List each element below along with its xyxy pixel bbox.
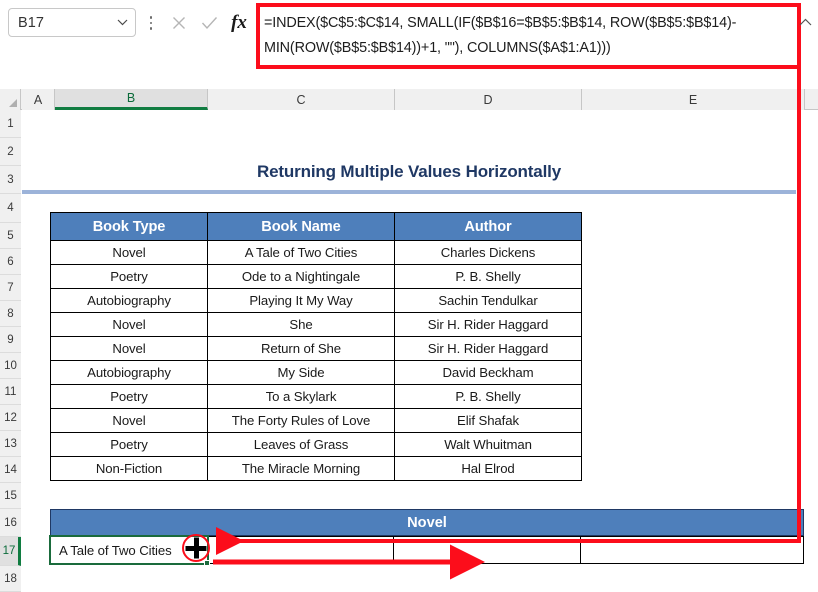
table-row[interactable]: Poetry Leaves of Grass Walt Whuitman bbox=[51, 433, 582, 457]
cell-book-type[interactable]: Novel bbox=[51, 337, 208, 361]
result-cell-4[interactable] bbox=[581, 536, 804, 564]
row-header-strip: 1 2 3 4 5 6 7 8 9 10 11 12 13 14 15 16 1… bbox=[0, 110, 21, 582]
chevron-up-icon[interactable] bbox=[799, 14, 812, 30]
row-header-15[interactable]: 15 bbox=[0, 483, 21, 509]
cell-author[interactable]: Elif Shafak bbox=[395, 409, 582, 433]
formula-input[interactable]: =INDEX($C$5:$C$14, SMALL(IF($B$16=$B$5:$… bbox=[264, 11, 794, 61]
cell-book-name[interactable]: To a Skylark bbox=[208, 385, 395, 409]
row-header-9[interactable]: 9 bbox=[0, 327, 21, 353]
row-header-5[interactable]: 5 bbox=[0, 223, 21, 249]
cell-author[interactable]: Hal Elrod bbox=[395, 457, 582, 481]
fx-insert-function-icon[interactable]: fx bbox=[224, 10, 254, 36]
column-header-e[interactable]: E bbox=[582, 89, 805, 110]
cell-book-name[interactable]: Return of She bbox=[208, 337, 395, 361]
table-row[interactable]: Novel Return of She Sir H. Rider Haggard bbox=[51, 337, 582, 361]
cell-book-type[interactable]: Novel bbox=[51, 313, 208, 337]
name-box-value: B17 bbox=[9, 15, 109, 31]
cell-book-type[interactable]: Novel bbox=[51, 409, 208, 433]
row-header-4[interactable]: 4 bbox=[0, 194, 21, 223]
column-header-d[interactable]: D bbox=[395, 89, 582, 110]
table-row[interactable]: Poetry To a Skylark P. B. Shelly bbox=[51, 385, 582, 409]
formula-bar-area: B17 fx =INDEX($C$5:$C$14, SMALL(IF($B$16… bbox=[0, 0, 818, 90]
cell-author[interactable]: David Beckham bbox=[395, 361, 582, 385]
row-header-12[interactable]: 12 bbox=[0, 405, 21, 431]
cell-book-name[interactable]: She bbox=[208, 313, 395, 337]
row-header-8[interactable]: 8 bbox=[0, 301, 21, 327]
row-header-7[interactable]: 7 bbox=[0, 275, 21, 301]
worksheet-canvas[interactable]: Returning Multiple Values Horizontally B… bbox=[22, 111, 818, 582]
cell-author[interactable]: Charles Dickens bbox=[395, 241, 582, 265]
cell-book-type[interactable]: Novel bbox=[51, 241, 208, 265]
table-row[interactable]: Poetry Ode to a Nightingale P. B. Shelly bbox=[51, 265, 582, 289]
table-row[interactable]: Novel She Sir H. Rider Haggard bbox=[51, 313, 582, 337]
column-header-strip: A B C D E bbox=[0, 89, 818, 110]
cell-book-type[interactable]: Autobiography bbox=[51, 361, 208, 385]
result-cell-2[interactable] bbox=[207, 536, 394, 564]
name-box[interactable]: B17 bbox=[8, 8, 136, 37]
row-header-16[interactable]: 16 bbox=[0, 509, 21, 537]
cell-book-name[interactable]: My Side bbox=[208, 361, 395, 385]
row-header-1[interactable]: 1 bbox=[0, 110, 21, 138]
cell-author[interactable]: P. B. Shelly bbox=[395, 385, 582, 409]
select-all-corner-button[interactable] bbox=[0, 89, 21, 110]
page-title: Returning Multiple Values Horizontally bbox=[22, 158, 796, 186]
cell-book-type[interactable]: Non-Fiction bbox=[51, 457, 208, 481]
row-header-14[interactable]: 14 bbox=[0, 457, 21, 483]
chevron-down-icon[interactable] bbox=[109, 19, 135, 26]
result-cell-3[interactable] bbox=[394, 536, 581, 564]
table-row[interactable]: Novel The Forty Rules of Love Elif Shafa… bbox=[51, 409, 582, 433]
cell-book-type[interactable]: Poetry bbox=[51, 433, 208, 457]
row-header-17[interactable]: 17 bbox=[0, 537, 21, 566]
cell-book-name[interactable]: The Forty Rules of Love bbox=[208, 409, 395, 433]
row-header-11[interactable]: 11 bbox=[0, 379, 21, 405]
fill-handle-highlight-circle bbox=[182, 534, 210, 562]
title-underline-rule bbox=[22, 190, 796, 194]
cell-author[interactable]: Walt Whuitman bbox=[395, 433, 582, 457]
cell-author[interactable]: P. B. Shelly bbox=[395, 265, 582, 289]
table-row[interactable]: Novel A Tale of Two Cities Charles Dicke… bbox=[51, 241, 582, 265]
spreadsheet-grid: A B C D E 1 2 3 4 5 6 7 8 9 10 11 12 13 … bbox=[0, 89, 818, 582]
cell-book-name[interactable]: Playing It My Way bbox=[208, 289, 395, 313]
column-header-book-type: Book Type bbox=[51, 213, 208, 241]
column-header-book-name: Book Name bbox=[208, 213, 395, 241]
row-header-2[interactable]: 2 bbox=[0, 138, 21, 166]
column-header-b[interactable]: B bbox=[55, 89, 208, 110]
more-options-icon[interactable] bbox=[146, 12, 156, 34]
cell-author[interactable]: Sachin Tendulkar bbox=[395, 289, 582, 313]
row-header-13[interactable]: 13 bbox=[0, 431, 21, 457]
column-header-a[interactable]: A bbox=[22, 89, 55, 110]
result-criteria-banner: Novel bbox=[50, 509, 804, 536]
cell-book-name[interactable]: Leaves of Grass bbox=[208, 433, 395, 457]
row-header-3[interactable]: 3 bbox=[0, 166, 21, 194]
cell-book-type[interactable]: Autobiography bbox=[51, 289, 208, 313]
cell-book-name[interactable]: The Miracle Morning bbox=[208, 457, 395, 481]
book-data-table: Book Type Book Name Author Novel A Tale … bbox=[50, 212, 582, 481]
table-header-row: Book Type Book Name Author bbox=[51, 213, 582, 241]
cancel-icon[interactable] bbox=[164, 10, 194, 36]
fill-handle[interactable] bbox=[204, 560, 210, 566]
row-header-6[interactable]: 6 bbox=[0, 249, 21, 275]
table-row[interactable]: Autobiography My Side David Beckham bbox=[51, 361, 582, 385]
cell-book-type[interactable]: Poetry bbox=[51, 385, 208, 409]
column-header-c[interactable]: C bbox=[208, 89, 395, 110]
table-row[interactable]: Autobiography Playing It My Way Sachin T… bbox=[51, 289, 582, 313]
cell-book-name[interactable]: Ode to a Nightingale bbox=[208, 265, 395, 289]
cell-author[interactable]: Sir H. Rider Haggard bbox=[395, 337, 582, 361]
row-header-18[interactable]: 18 bbox=[0, 566, 21, 592]
cell-book-type[interactable]: Poetry bbox=[51, 265, 208, 289]
table-row[interactable]: Non-Fiction The Miracle Morning Hal Elro… bbox=[51, 457, 582, 481]
cell-book-name[interactable]: A Tale of Two Cities bbox=[208, 241, 395, 265]
enter-check-icon[interactable] bbox=[194, 10, 224, 36]
row-header-10[interactable]: 10 bbox=[0, 353, 21, 379]
column-header-author: Author bbox=[395, 213, 582, 241]
cell-author[interactable]: Sir H. Rider Haggard bbox=[395, 313, 582, 337]
active-cell-value: A Tale of Two Cities bbox=[59, 543, 172, 558]
